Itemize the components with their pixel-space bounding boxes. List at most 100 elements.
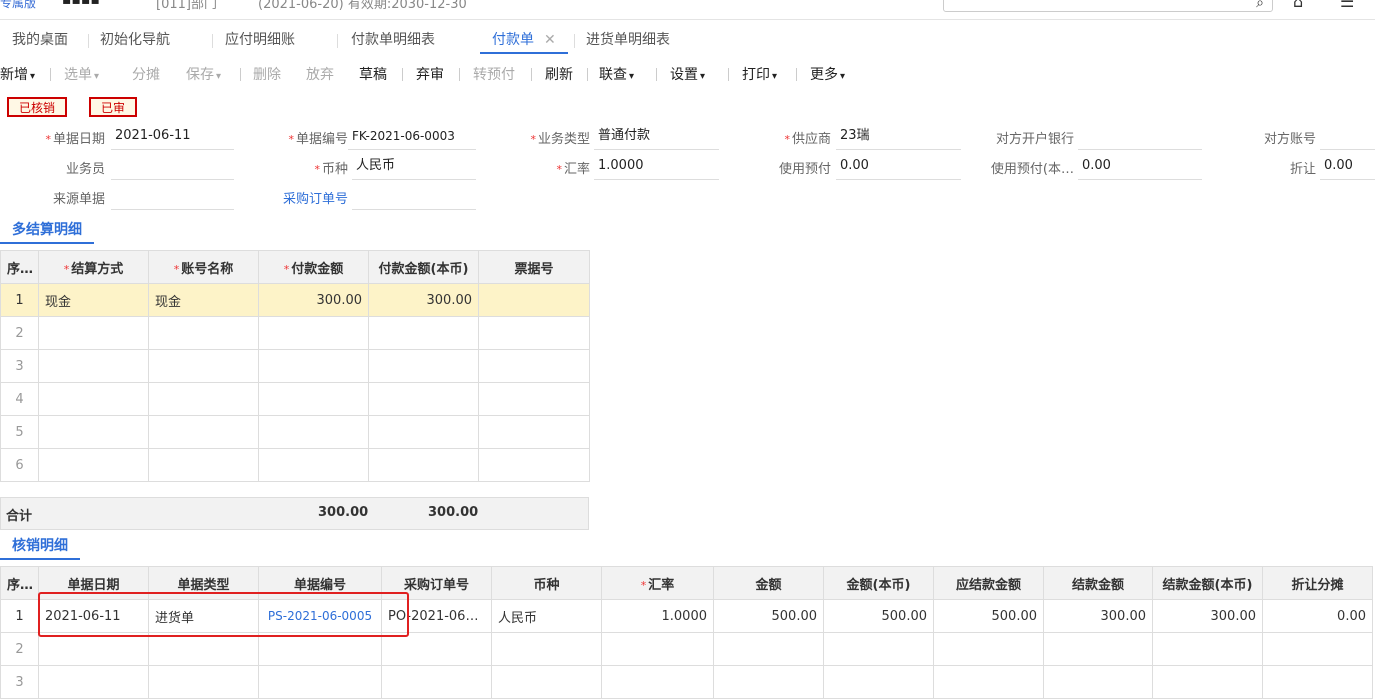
bank-field[interactable]	[1078, 126, 1202, 150]
toolbar: 新增 ▾ 选单 ▾ 分摊 保存 ▾ 删除 放弃 草稿 弃审 转预付 刷新 联查 ▾ 设置…	[0, 60, 1375, 88]
print-button[interactable]: 打印 ▾	[742, 64, 777, 84]
tab-purchase-detail-report[interactable]: 进货单明细表	[586, 28, 670, 54]
discount-field[interactable]: 0.00	[1320, 156, 1375, 180]
tab-init-guide[interactable]: 初始化导航	[100, 28, 170, 54]
chevron-down-icon: ▾	[216, 71, 222, 82]
search-icon[interactable]: ⌕	[1256, 0, 1264, 11]
bill-no-cell[interactable]	[478, 283, 590, 317]
doc-no-link[interactable]: PS-2021-06-0005	[258, 599, 382, 633]
discard-button[interactable]: 放弃	[306, 64, 334, 84]
source-doc-field[interactable]	[111, 186, 234, 210]
written-off-stamp: 已核销	[7, 97, 68, 117]
table-row[interactable]: 1 现金 现金 300.00 300.00	[0, 283, 590, 317]
settled-amount-cell[interactable]: 300.00	[1043, 599, 1153, 633]
payable-amount-cell[interactable]: 500.00	[933, 599, 1044, 633]
more-button[interactable]: 更多 ▾	[810, 64, 845, 84]
prepay-local-label: 使用预付(本…	[990, 162, 1074, 177]
column-header: 币种	[491, 566, 602, 600]
po-no-link[interactable]: 采购订单号	[262, 188, 348, 207]
pay-amount-cell[interactable]: 300.00	[258, 283, 369, 317]
column-header: 结款金额	[1043, 566, 1153, 600]
currency-field[interactable]: 人民币	[352, 156, 476, 180]
table-row[interactable]: 4	[0, 382, 590, 416]
chevron-down-icon: ▾	[30, 71, 36, 82]
table-row[interactable]: 2	[0, 632, 1373, 666]
company-name: ▪▪▪▪	[62, 0, 100, 8]
salesman-field[interactable]	[111, 156, 234, 180]
prepay-field[interactable]: 0.00	[836, 156, 961, 180]
department-info: [011]部门	[156, 0, 217, 12]
doc-date-field[interactable]: 2021-06-11	[111, 126, 234, 150]
table-row[interactable]: 6	[0, 448, 590, 482]
salesman-label: 业务员	[65, 162, 105, 177]
column-header: 单据日期	[38, 566, 149, 600]
row-index: 2	[0, 632, 39, 666]
column-header: 序号	[0, 250, 39, 284]
global-search-input[interactable]: ⌕	[943, 0, 1273, 12]
tab-desktop[interactable]: 我的桌面	[12, 28, 68, 54]
column-header: 折让分摊	[1262, 566, 1373, 600]
settlement-total-row: 合计 300.00 300.00	[0, 497, 589, 530]
po-no-field[interactable]	[352, 186, 476, 210]
supplier-field[interactable]: 23瑞	[836, 126, 961, 150]
row-index: 3	[0, 665, 39, 699]
doc-no-field[interactable]: FK-2021-06-0003	[348, 126, 476, 150]
unaudit-button[interactable]: 弃审	[416, 64, 444, 84]
delete-button[interactable]: 删除	[253, 64, 281, 84]
prepay-local-field[interactable]: 0.00	[1078, 156, 1202, 180]
column-header: 单据编号	[258, 566, 382, 600]
table-row[interactable]: 5	[0, 415, 590, 449]
account-name-cell[interactable]: 现金	[148, 283, 259, 317]
select-doc-button[interactable]: 选单 ▾	[64, 64, 99, 84]
refresh-button[interactable]: 刷新	[545, 64, 573, 84]
tab-payment-voucher[interactable]: 付款单 ✕	[480, 28, 568, 54]
amount-cell[interactable]: 500.00	[713, 599, 824, 633]
column-header: * 付款金额	[258, 250, 369, 284]
settings-button[interactable]: 设置 ▾	[670, 64, 705, 84]
linked-query-button[interactable]: 联查 ▾	[599, 64, 634, 84]
draft-button[interactable]: 草稿	[359, 64, 387, 84]
table-row[interactable]: 3	[0, 349, 590, 383]
supplier-label: * 供应商	[784, 132, 831, 147]
menu-icon[interactable]: ☰	[1340, 0, 1354, 11]
allocate-button[interactable]: 分摊	[132, 64, 160, 84]
amount-local-cell[interactable]: 500.00	[823, 599, 934, 633]
table-row[interactable]: 2	[0, 316, 590, 350]
po-no-cell[interactable]: PO-2021-06…	[381, 599, 492, 633]
settled-amount-local-cell[interactable]: 300.00	[1152, 599, 1263, 633]
tab-payment-detail-report[interactable]: 付款单明细表	[351, 28, 435, 54]
page-tabs: 我的桌面 初始化导航 应付明细账 付款单明细表 付款单 ✕ 进货单明细表	[0, 28, 1375, 54]
doc-date-cell[interactable]: 2021-06-11	[38, 599, 149, 633]
settlement-section-title[interactable]: 多结算明细	[0, 219, 94, 244]
column-header: 单据类型	[148, 566, 259, 600]
pay-amount-local-cell[interactable]: 300.00	[368, 283, 479, 317]
close-icon[interactable]: ✕	[544, 32, 556, 48]
edition-label: 专属版	[0, 0, 37, 10]
source-doc-label: 来源单据	[52, 192, 105, 207]
rate-cell[interactable]: 1.0000	[601, 599, 714, 633]
column-header: * 账号名称	[148, 250, 259, 284]
row-index: 4	[0, 382, 39, 416]
validity-info: (2021-06-20) 有效期:2030-12-30	[258, 0, 467, 12]
biz-type-field[interactable]: 普通付款	[594, 126, 719, 150]
currency-cell[interactable]: 人民币	[491, 599, 602, 633]
save-button[interactable]: 保存 ▾	[186, 64, 221, 84]
doc-date-label: * 单据日期	[45, 132, 105, 147]
doc-type-cell[interactable]: 进货单	[148, 599, 259, 633]
table-row[interactable]: 3	[0, 665, 1373, 699]
writeoff-section-title[interactable]: 核销明细	[0, 535, 80, 560]
to-prepay-button[interactable]: 转预付	[473, 64, 515, 84]
rate-field[interactable]: 1.0000	[594, 156, 719, 180]
settle-method-cell[interactable]: 现金	[38, 283, 149, 317]
home-icon[interactable]: ⌂	[1293, 0, 1303, 11]
table-row[interactable]: 1 2021-06-11 进货单 PS-2021-06-0005 PO-2021…	[0, 599, 1373, 633]
total-amount-local: 300.00	[428, 505, 479, 520]
tab-payable-ledger[interactable]: 应付明细账	[225, 28, 295, 54]
row-index: 5	[0, 415, 39, 449]
total-label: 合计	[6, 509, 33, 524]
column-header: * 汇率	[601, 566, 714, 600]
new-button[interactable]: 新增 ▾	[0, 64, 35, 84]
account-field[interactable]	[1320, 126, 1375, 150]
discount-alloc-cell[interactable]: 0.00	[1262, 599, 1373, 633]
column-header: 采购订单号	[381, 566, 492, 600]
